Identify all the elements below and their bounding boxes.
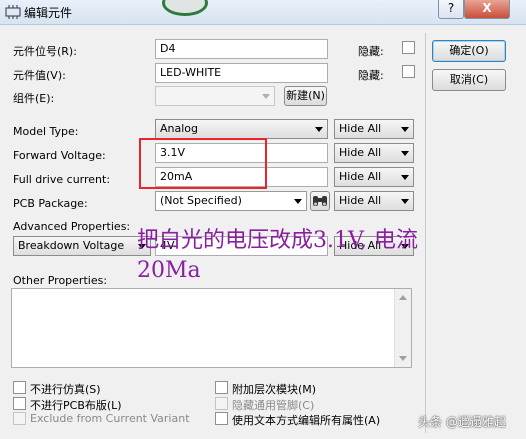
watermark: 头条 @邋遢雅起 (418, 415, 506, 429)
window-title: 编辑元件 (24, 6, 73, 20)
model-type-value: Analog (160, 122, 199, 135)
binoculars-button[interactable] (310, 191, 330, 211)
chevron-down-icon (401, 151, 409, 156)
pcb-package-select[interactable]: (Not Specified) (155, 191, 307, 211)
scrollbar[interactable] (394, 289, 411, 367)
no-sim-label: 不进行仿真(S) (30, 383, 101, 396)
hide-all-label: Hide All (339, 146, 382, 159)
other-properties-textarea[interactable] (11, 288, 412, 368)
edit-all-text-label: 使用文本方式编辑所有属性(A) (232, 414, 381, 427)
annotation-line2: 20Ma (137, 258, 201, 283)
close-button[interactable]: X (464, 0, 510, 19)
full-drive-label: Full drive current: (13, 173, 111, 186)
chevron-down-icon (401, 175, 409, 180)
pcb-package-label: PCB Package: (13, 197, 88, 210)
chevron-down-icon (401, 199, 409, 204)
ref-label: 元件位号(R): (13, 45, 77, 58)
scroll-up-icon[interactable] (399, 295, 407, 300)
group-label: 组件(E): (13, 92, 55, 105)
new-button[interactable]: 新建(N) (284, 86, 327, 106)
chevron-down-icon (315, 127, 323, 132)
value-hidden-label: 隐藏: (358, 69, 384, 82)
no-pcb-checkbox[interactable] (13, 397, 26, 410)
exclude-variant-checkbox (13, 412, 26, 425)
other-properties-label: Other Properties: (13, 274, 108, 287)
annotation-line1: 把白光的电压改成3.1V, 电流 (137, 228, 419, 253)
forward-voltage-hide-select[interactable]: Hide All (334, 143, 414, 163)
binoculars-icon (313, 196, 327, 206)
pcb-package-value: (Not Specified) (160, 194, 242, 207)
advanced-select[interactable]: Breakdown Voltage (13, 236, 151, 256)
schematic-peek (162, 0, 208, 16)
model-type-hide-select[interactable]: Hide All (334, 119, 414, 139)
help-button[interactable]: ? (438, 0, 464, 19)
ref-hidden-checkbox[interactable] (402, 41, 415, 54)
advanced-select-value: Breakdown Voltage (18, 239, 125, 252)
divider (425, 33, 426, 433)
ref-input[interactable]: D4 (155, 39, 328, 59)
forward-voltage-label: Forward Voltage: (13, 149, 106, 162)
chevron-down-icon (294, 199, 302, 204)
hide-all-label: Hide All (339, 194, 382, 207)
model-type-select[interactable]: Analog (155, 119, 328, 139)
attach-hierarchy-label: 附加层次模块(M) (232, 383, 317, 396)
ref-hidden-label: 隐藏: (358, 45, 384, 58)
hide-all-label: Hide All (339, 170, 382, 183)
chevron-down-icon (401, 127, 409, 132)
no-pcb-label: 不进行PCB布版(L) (30, 399, 122, 412)
app-icon (5, 5, 21, 19)
edit-all-text-checkbox[interactable] (215, 412, 228, 425)
advanced-label: Advanced Properties: (13, 220, 131, 233)
hide-pins-checkbox (215, 397, 228, 410)
group-select (155, 86, 275, 106)
scroll-down-icon[interactable] (399, 356, 407, 361)
model-type-label: Model Type: (13, 125, 79, 138)
hide-all-label: Hide All (339, 122, 382, 135)
no-sim-checkbox[interactable] (13, 381, 26, 394)
hide-pins-label: 隐藏通用管脚(C) (232, 399, 315, 412)
full-drive-hide-select[interactable]: Hide All (334, 167, 414, 187)
exclude-variant-label: Exclude from Current Variant (30, 412, 190, 425)
title-bar: 编辑元件 ? X (0, 0, 526, 25)
value-hidden-checkbox[interactable] (402, 65, 415, 78)
chevron-down-icon (262, 94, 270, 99)
ok-button[interactable]: 确定(O) (432, 40, 506, 62)
attach-hierarchy-checkbox[interactable] (215, 381, 228, 394)
value-label: 元件值(V): (13, 69, 66, 82)
cancel-button[interactable]: 取消(C) (432, 69, 506, 91)
value-input[interactable]: LED-WHITE (155, 63, 328, 83)
pcb-package-hide-select[interactable]: Hide All (334, 191, 414, 211)
highlight-box (139, 138, 267, 189)
